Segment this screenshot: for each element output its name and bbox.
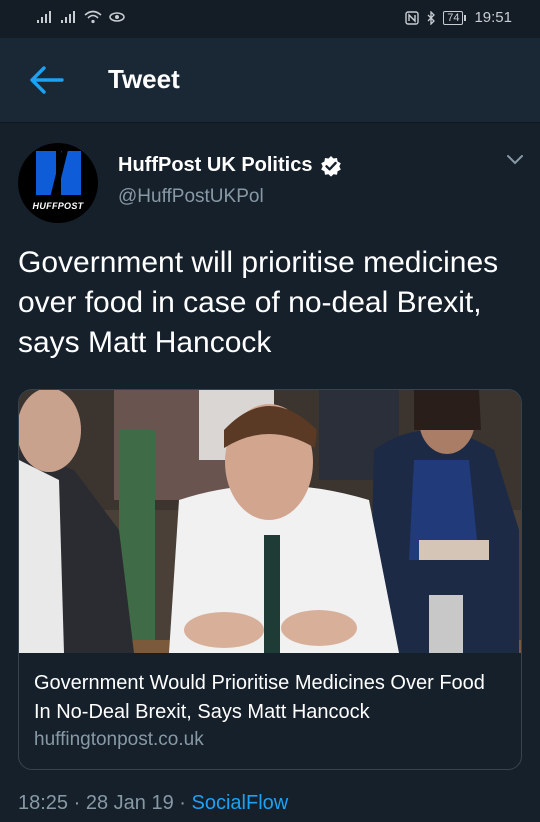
verified-badge-icon (321, 155, 342, 177)
battery-icon: 74 (443, 10, 467, 25)
author-name-row[interactable]: HuffPost UK Politics (118, 154, 342, 177)
author-name[interactable]: HuffPost UK Politics (118, 154, 312, 177)
card-title[interactable]: Government Would Prioritise Medicines Ov… (34, 669, 504, 727)
tweet-date: 28 Jan 19 (85, 792, 174, 814)
nfc-icon (405, 10, 419, 25)
card-domain: huffingtonpost.co.uk (34, 729, 204, 750)
arrow-left-icon[interactable] (28, 64, 64, 96)
app-bar: Tweet (0, 38, 540, 123)
meta-separator: · (73, 792, 81, 814)
tweet-source-link[interactable]: SocialFlow (192, 792, 289, 814)
author-handle[interactable]: @HuffPostUKPol (118, 186, 264, 208)
avatar[interactable]: HUFFPOST (18, 143, 98, 223)
link-card[interactable]: Government Would Prioritise Medicines Ov… (18, 389, 522, 770)
clock: 19:51 (474, 9, 512, 26)
tweet-time: 18:25 (18, 792, 69, 814)
signal-icon (37, 11, 51, 23)
meta-separator: · (179, 792, 186, 814)
card-image[interactable] (19, 390, 521, 653)
status-left (36, 10, 126, 24)
status-bar: 74 19:51 (0, 0, 540, 38)
wifi-icon (84, 10, 102, 24)
page-title: Tweet (108, 64, 180, 94)
avatar-logo-text: HUFFPOST (32, 201, 84, 211)
signal-icon-2 (61, 11, 75, 23)
chevron-down-icon[interactable] (504, 152, 526, 168)
eye-icon (109, 12, 125, 22)
status-right: 74 19:51 (405, 9, 512, 26)
tweet-text: Government will prioritise medicines ove… (18, 246, 499, 359)
tweet-meta: 18:25 · 28 Jan 19 · SocialFlow (18, 792, 288, 815)
bluetooth-icon (427, 10, 436, 25)
